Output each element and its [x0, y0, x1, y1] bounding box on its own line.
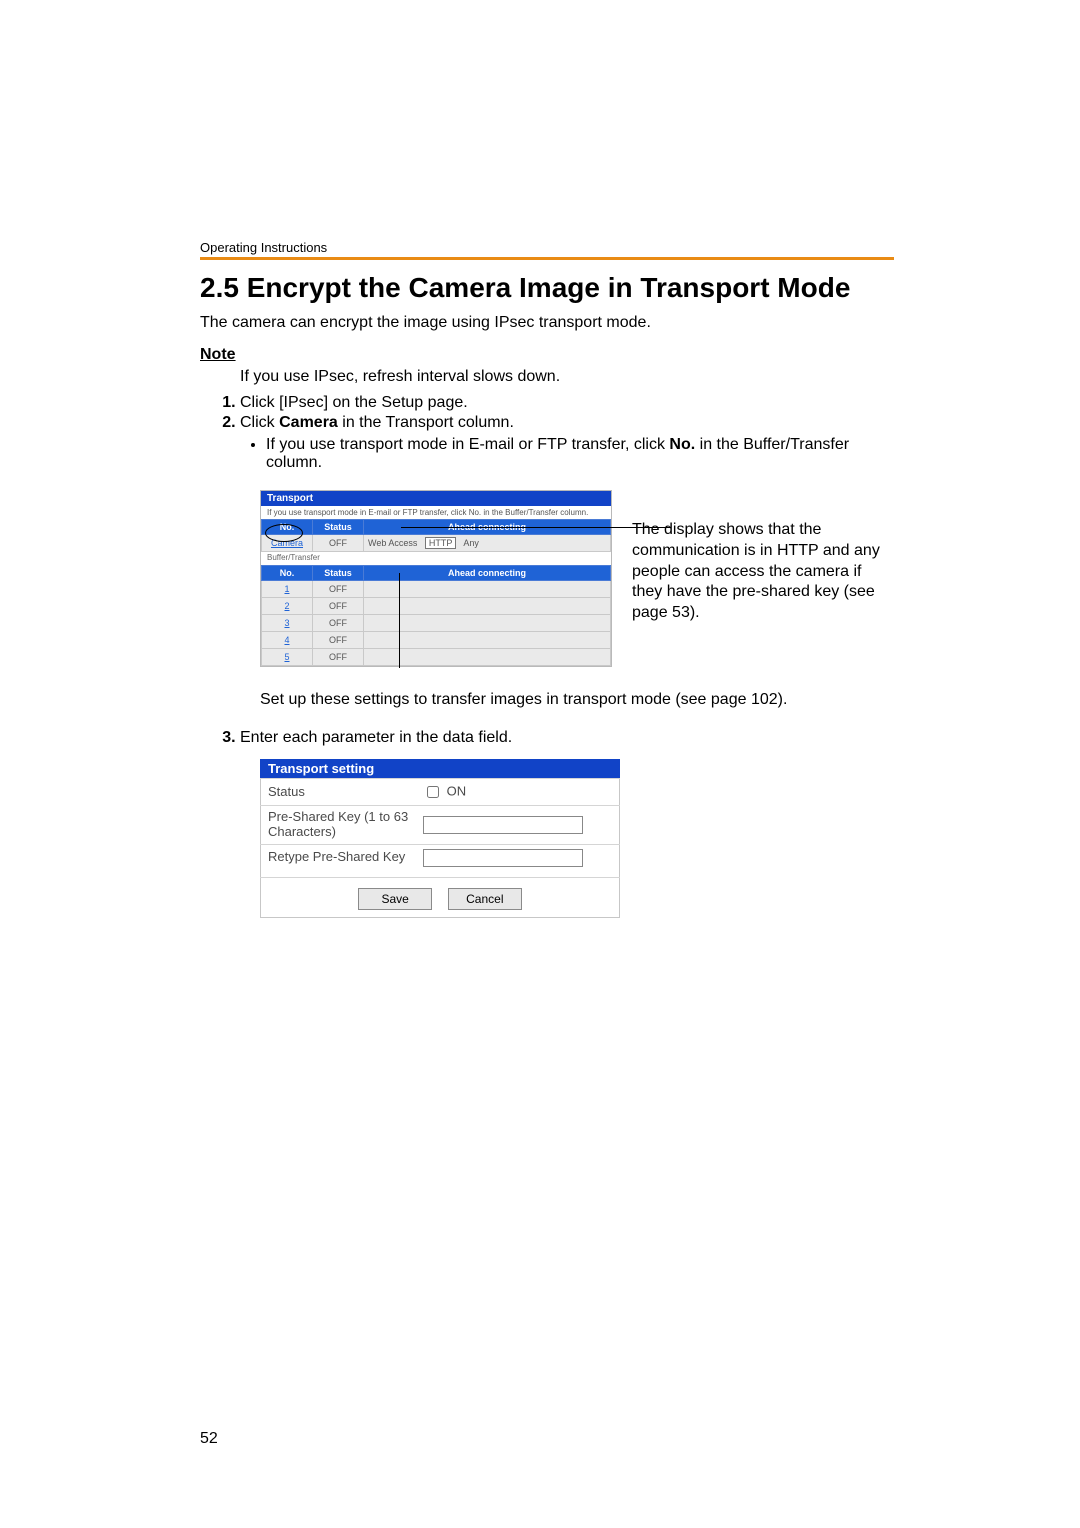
button-bar: Save Cancel — [260, 877, 620, 918]
header-rule — [200, 257, 894, 260]
steps-list-cont: Enter each parameter in the data field. — [200, 729, 894, 749]
step-2-sub: If you use transport mode in E-mail or F… — [266, 436, 894, 472]
note-body: If you use IPsec, refresh interval slows… — [240, 368, 894, 386]
step-2-post: in the Transport column. — [338, 414, 514, 431]
transport-setting-header: Transport setting — [260, 759, 620, 778]
table-row[interactable]: 3 OFF — [262, 615, 611, 632]
running-header: Operating Instructions — [200, 240, 894, 255]
row-status: OFF — [313, 615, 364, 632]
figure-caption: Set up these settings to transfer images… — [260, 691, 860, 709]
col-status: Status — [313, 566, 364, 581]
step-2-sublist: If you use transport mode in E-mail or F… — [240, 436, 894, 472]
row-ahead — [364, 649, 611, 666]
transport-panel-header: Transport — [261, 491, 611, 506]
transport-panel: Transport If you use transport mode in E… — [260, 490, 612, 667]
row-no-link[interactable]: 3 — [262, 615, 313, 632]
status-on-checkbox[interactable] — [427, 786, 439, 798]
status-label: Status — [268, 785, 413, 800]
table-header-row: No. Status Ahead connecting — [262, 520, 611, 535]
row-no-link[interactable]: 4 — [262, 632, 313, 649]
row-ahead — [364, 632, 611, 649]
row-no-link[interactable]: 5 — [262, 649, 313, 666]
camera-link[interactable]: Camera — [262, 535, 313, 552]
figure-transport-table: Transport If you use transport mode in E… — [260, 490, 894, 667]
status-on-label: ON — [447, 783, 467, 798]
transport-camera-table: No. Status Ahead connecting Camera OFF W… — [261, 519, 611, 552]
camera-meta-webaccess: Web Access — [368, 538, 417, 548]
page-number: 52 — [200, 1430, 218, 1448]
step-1-text: Click [IPsec] on the Setup page. — [240, 394, 468, 411]
section-title: 2.5 Encrypt the Camera Image in Transpor… — [200, 272, 894, 304]
step-2-pre: Click — [240, 414, 279, 431]
save-button[interactable]: Save — [358, 888, 432, 910]
table-row[interactable]: 5 OFF — [262, 649, 611, 666]
row-ahead — [364, 581, 611, 598]
steps-list: Click [IPsec] on the Setup page. Click C… — [200, 394, 894, 480]
retype-psk-label: Retype Pre-Shared Key — [268, 850, 413, 865]
camera-status: OFF — [313, 535, 364, 552]
retype-psk-row: Retype Pre-Shared Key — [260, 844, 620, 871]
intro-text: The camera can encrypt the image using I… — [200, 314, 894, 332]
camera-ahead: Web Access HTTP Any — [364, 535, 611, 552]
transport-setting-panel: Transport setting Status ON Pre-Shared K… — [260, 759, 620, 918]
row-status: OFF — [313, 581, 364, 598]
camera-row[interactable]: Camera OFF Web Access HTTP Any — [262, 535, 611, 552]
table-header-row: No. Status Ahead connecting — [262, 566, 611, 581]
step-3: Enter each parameter in the data field. — [240, 729, 894, 749]
step-1: Click [IPsec] on the Setup page. — [240, 394, 894, 414]
buffer-transfer-table: No. Status Ahead connecting 1 OFF 2 OFF … — [261, 565, 611, 666]
psk-row: Pre-Shared Key (1 to 63 Characters) — [260, 805, 620, 844]
figure-annotation: The display shows that the communication… — [632, 520, 882, 624]
row-ahead — [364, 615, 611, 632]
note-heading: Note — [200, 346, 894, 364]
col-no: No. — [262, 566, 313, 581]
cancel-button[interactable]: Cancel — [448, 888, 522, 910]
row-status: OFF — [313, 649, 364, 666]
camera-meta-http: HTTP — [425, 537, 457, 549]
status-row: Status ON — [260, 778, 620, 805]
table-row[interactable]: 4 OFF — [262, 632, 611, 649]
step-2-sub-bold: No. — [669, 436, 695, 453]
col-ahead: Ahead connecting — [364, 566, 611, 581]
transport-panel-subtext: If you use transport mode in E-mail or F… — [261, 506, 611, 519]
col-status: Status — [313, 520, 364, 535]
step-2-sub-pre: If you use transport mode in E-mail or F… — [266, 436, 669, 453]
step-2: Click Camera in the Transport column. If… — [240, 414, 894, 480]
camera-meta-any: Any — [463, 538, 479, 548]
row-no-link[interactable]: 2 — [262, 598, 313, 615]
row-status: OFF — [313, 598, 364, 615]
step-3-text: Enter each parameter in the data field. — [240, 729, 512, 746]
row-no-link[interactable]: 1 — [262, 581, 313, 598]
psk-input[interactable] — [423, 816, 583, 834]
status-control: ON — [423, 783, 612, 801]
retype-psk-input[interactable] — [423, 849, 583, 867]
col-ahead: Ahead connecting — [364, 520, 611, 535]
psk-label: Pre-Shared Key (1 to 63 Characters) — [268, 810, 413, 840]
row-status: OFF — [313, 632, 364, 649]
table-row[interactable]: 1 OFF — [262, 581, 611, 598]
page: Operating Instructions 2.5 Encrypt the C… — [0, 0, 1080, 1528]
step-2-bold: Camera — [279, 414, 338, 431]
col-no: No. — [262, 520, 313, 535]
buffer-transfer-label: Buffer/Transfer — [261, 552, 611, 565]
table-row[interactable]: 2 OFF — [262, 598, 611, 615]
row-ahead — [364, 598, 611, 615]
